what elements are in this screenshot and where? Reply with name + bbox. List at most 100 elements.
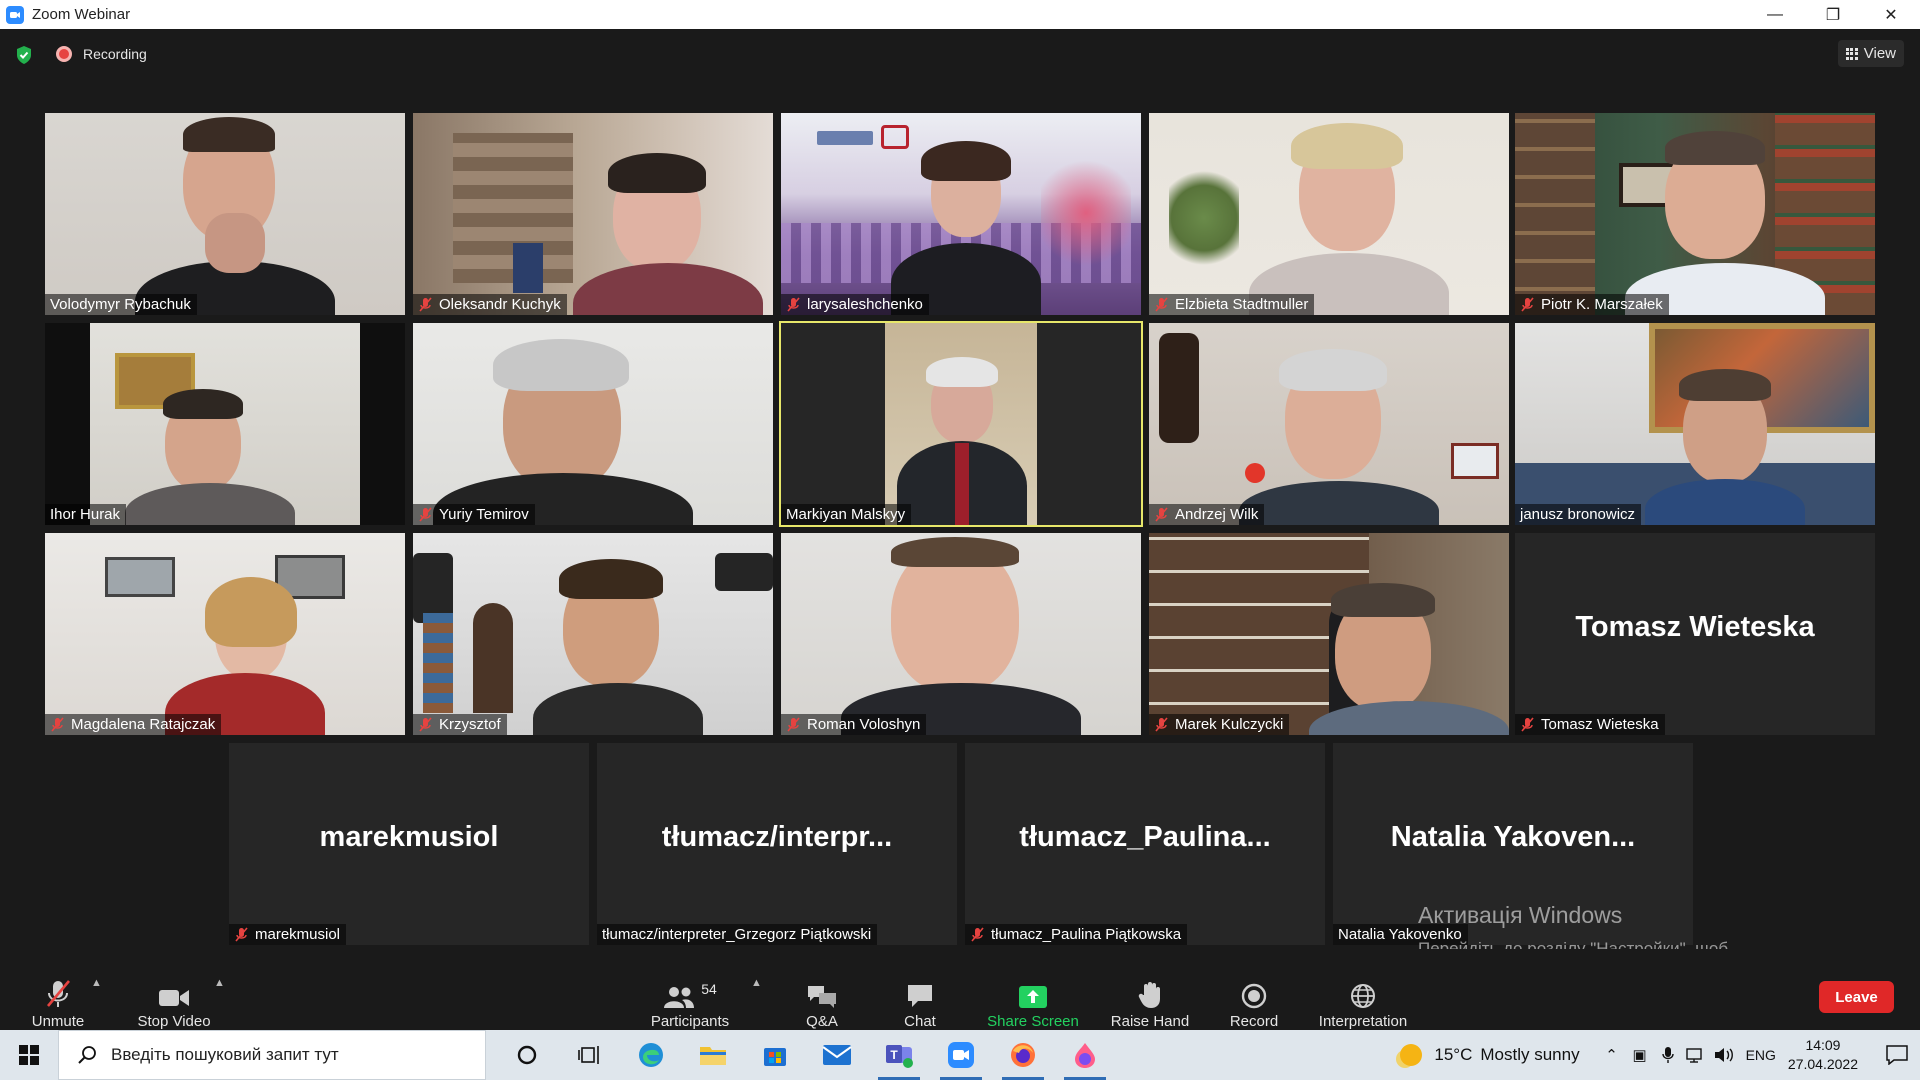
- participant-name-tag: Tomasz Wieteska: [1515, 714, 1665, 735]
- meeting-topbar: Recording View: [0, 29, 1920, 79]
- start-button[interactable]: [0, 1030, 58, 1080]
- participants-label: Participants: [650, 1013, 730, 1030]
- mic-muted-icon: [419, 506, 432, 522]
- close-button[interactable]: ✕: [1862, 0, 1920, 29]
- video-tile[interactable]: Ihor Hurak: [45, 323, 405, 525]
- cortana-button[interactable]: [496, 1030, 558, 1080]
- window-titlebar: Zoom Webinar — ❐ ✕: [0, 0, 1920, 29]
- video-tile[interactable]: Oleksandr Kuchyk: [413, 113, 773, 315]
- participants-button[interactable]: 54 Participants: [645, 949, 735, 1030]
- taskbar-firefox[interactable]: [992, 1030, 1054, 1080]
- leave-button[interactable]: Leave: [1819, 981, 1894, 1013]
- minimize-button[interactable]: —: [1746, 0, 1804, 29]
- interpretation-button[interactable]: Interpretation: [1310, 949, 1416, 1030]
- recording-dot-icon: [56, 46, 72, 62]
- input-language[interactable]: ENG: [1746, 1047, 1776, 1063]
- video-tile[interactable]: Yuriy Temirov: [413, 323, 773, 525]
- participant-display-name: marekmusiol: [319, 821, 499, 853]
- video-camera-icon: [159, 990, 189, 1006]
- folder-icon: [700, 1047, 726, 1065]
- share-screen-button[interactable]: Share Screen: [978, 949, 1088, 1030]
- audio-options-caret[interactable]: ▲: [91, 977, 102, 989]
- taskbar-firefox-dev[interactable]: [1054, 1030, 1116, 1080]
- windows-taskbar: Введіть пошуковий запит тут T 15°C Mostl…: [0, 1030, 1920, 1080]
- video-gallery: Volodymyr Rybachuk Oleksandr Kuchyk lary…: [0, 79, 1920, 949]
- video-tile-no-video[interactable]: tłumacz_Paulina... tłumacz_Paulina Piątk…: [965, 743, 1325, 945]
- restore-button[interactable]: ❐: [1804, 0, 1862, 29]
- video-tile[interactable]: Marek Kulczycki: [1149, 533, 1509, 735]
- taskbar-teams[interactable]: T: [868, 1030, 930, 1080]
- video-tile[interactable]: Roman Voloshyn: [781, 533, 1141, 735]
- taskbar-search-box[interactable]: Введіть пошуковий запит тут: [58, 1030, 486, 1080]
- microphone-icon[interactable]: [1654, 1046, 1682, 1064]
- record-label: Record: [1229, 1013, 1279, 1030]
- participant-display-name: Tomasz Wieteska: [1575, 611, 1815, 643]
- chat-button[interactable]: Chat: [880, 949, 960, 1030]
- video-tile-no-video[interactable]: marekmusiol marekmusiol: [229, 743, 589, 945]
- video-tile[interactable]: Volodymyr Rybachuk: [45, 113, 405, 315]
- video-tile-no-video[interactable]: tłumacz/interpr... tłumacz/interpreter_G…: [597, 743, 957, 945]
- volume-icon[interactable]: [1710, 1047, 1738, 1063]
- participant-name-tag: Andrzej Wilk: [1149, 504, 1265, 525]
- participant-name-tag: Ihor Hurak: [45, 504, 127, 525]
- weather-temperature: 15°C: [1434, 1045, 1473, 1064]
- notification-center-button[interactable]: [1874, 1045, 1920, 1065]
- taskbar-clock[interactable]: 14:09 27.04.2022: [1788, 1036, 1858, 1074]
- mic-muted-icon: [235, 926, 248, 942]
- recording-label: Recording: [83, 46, 147, 62]
- taskbar-edge[interactable]: [620, 1030, 682, 1080]
- participants-icon: [664, 987, 695, 1008]
- qa-button[interactable]: Q&A: [782, 949, 862, 1030]
- mic-muted-icon: [787, 296, 800, 312]
- mic-muted-icon: [51, 716, 64, 732]
- qa-label: Q&A: [806, 1013, 838, 1030]
- video-tile[interactable]: Magdalena Ratajczak: [45, 533, 405, 735]
- participant-name-tag: Elzbieta Stadtmuller: [1149, 294, 1315, 315]
- share-screen-label: Share Screen: [987, 1013, 1079, 1030]
- recording-indicator[interactable]: Recording: [56, 46, 147, 62]
- video-tile[interactable]: janusz bronowicz: [1515, 323, 1875, 525]
- stop-video-label: Stop Video: [137, 1013, 211, 1030]
- video-tile-no-video[interactable]: Tomasz Wieteska Tomasz Wieteska: [1515, 533, 1875, 735]
- meeting-indicator-icon[interactable]: ▣: [1626, 1046, 1654, 1064]
- search-icon: [78, 1046, 96, 1064]
- video-tile[interactable]: larysaleshchenko: [781, 113, 1141, 315]
- video-tile-active-speaker[interactable]: Markiyan Malskyy: [779, 321, 1143, 527]
- view-button[interactable]: View: [1837, 40, 1904, 67]
- taskbar-zoom[interactable]: [930, 1030, 992, 1080]
- raise-hand-button[interactable]: Raise Hand: [1104, 949, 1196, 1030]
- network-icon[interactable]: [1682, 1047, 1710, 1063]
- video-options-caret[interactable]: ▲: [214, 977, 225, 989]
- store-icon: [764, 1048, 786, 1066]
- weather-widget[interactable]: 15°C Mostly sunny: [1400, 1044, 1580, 1066]
- interpretation-label: Interpretation: [1318, 1013, 1408, 1030]
- video-tile[interactable]: Piotr K. Marszałek: [1515, 113, 1875, 315]
- participant-name-tag: Krzysztof: [413, 714, 507, 735]
- chevron-up-icon[interactable]: ⌃: [1598, 1046, 1626, 1064]
- stop-video-button[interactable]: Stop Video: [130, 949, 218, 1030]
- notification-icon: [1886, 1045, 1908, 1065]
- taskbar-mail[interactable]: [806, 1030, 868, 1080]
- taskbar-store[interactable]: [744, 1030, 806, 1080]
- raise-hand-icon: [1138, 982, 1160, 1008]
- cortana-icon: [517, 1045, 537, 1065]
- share-screen-icon: [1019, 986, 1047, 1008]
- participant-name-tag: Roman Voloshyn: [781, 714, 927, 735]
- watermark-title: Активація Windows: [1418, 902, 1623, 928]
- taskbar-file-explorer[interactable]: [682, 1030, 744, 1080]
- participant-name-tag: Oleksandr Kuchyk: [413, 294, 567, 315]
- video-tile[interactable]: Elzbieta Stadtmuller: [1149, 113, 1509, 315]
- view-label: View: [1863, 45, 1896, 62]
- participants-options-caret[interactable]: ▲: [751, 977, 762, 989]
- shield-icon[interactable]: [15, 45, 33, 65]
- video-tile[interactable]: Andrzej Wilk: [1149, 323, 1509, 525]
- unmute-button[interactable]: Unmute: [22, 949, 94, 1030]
- firefox-icon: [1011, 1043, 1035, 1067]
- task-view-button[interactable]: [558, 1030, 620, 1080]
- mic-muted-icon: [971, 926, 984, 942]
- video-tile[interactable]: Krzysztof: [413, 533, 773, 735]
- weather-description: Mostly sunny: [1480, 1045, 1580, 1064]
- record-button[interactable]: Record: [1214, 949, 1294, 1030]
- mic-muted-icon: [1521, 296, 1534, 312]
- windows-logo-icon: [19, 1045, 39, 1065]
